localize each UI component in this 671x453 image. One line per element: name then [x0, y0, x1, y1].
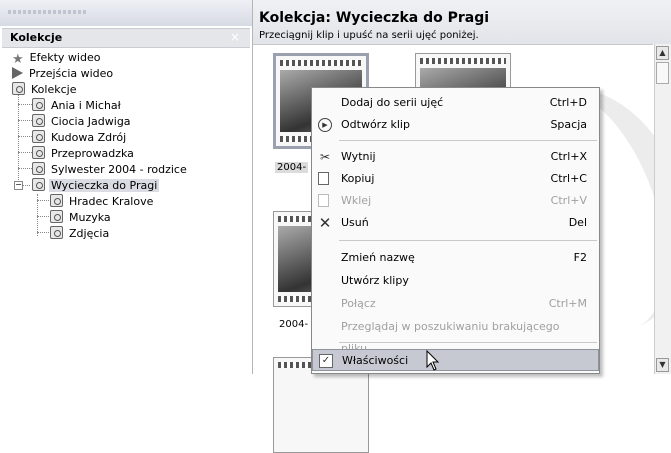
tree-item-kudowa-zdroj[interactable]: Kudowa Zdrój: [32, 130, 128, 146]
collection-hint: Przeciągnij klip i upuść na serii ujęć p…: [259, 30, 479, 41]
collection-icon: [12, 82, 25, 95]
scroll-up-icon[interactable]: ▲: [656, 46, 669, 60]
menu-item-play-clip[interactable]: ▶ Odtwórz klip Spacja: [312, 114, 599, 136]
collection-title: Kolekcja: Wycieczka do Pragi: [259, 10, 490, 26]
collection-icon: [32, 162, 45, 175]
tree-item-video-transitions[interactable]: Przejścia wideo: [12, 66, 115, 82]
menu-item-paste: Wklej Ctrl+V: [312, 190, 599, 212]
tree-item-zdjecia[interactable]: Zdjęcia: [50, 226, 111, 242]
scroll-down-icon[interactable]: ▼: [656, 358, 669, 372]
menu-item-create-clips[interactable]: Utwórz klipy: [312, 270, 599, 292]
tree-item-hradec-kralove[interactable]: Hradec Kralove: [50, 194, 155, 210]
panel-grip: [0, 0, 252, 26]
scroll-thumb[interactable]: [656, 62, 669, 84]
collection-icon: [32, 146, 45, 159]
collections-panel-title: Kolekcje: [10, 31, 63, 44]
play-icon: ▶: [318, 118, 332, 132]
transition-icon: [12, 67, 23, 79]
menu-item-add-to-storyboard[interactable]: Dodaj do serii ujęć Ctrl+D: [312, 92, 599, 114]
collections-panel-header: Kolekcje ×: [2, 28, 250, 48]
close-icon[interactable]: ×: [230, 30, 240, 44]
collection-icon: [50, 194, 63, 207]
clip-caption: 2004-: [275, 162, 309, 173]
collection-icon: [50, 210, 63, 223]
tree-item-przeprowadzka[interactable]: Przeprowadzka: [32, 146, 136, 162]
menu-item-rename[interactable]: Zmień nazwę F2: [312, 247, 599, 269]
collection-icon: [50, 226, 63, 239]
delete-icon: ✕: [318, 214, 332, 232]
menu-item-delete[interactable]: ✕ Usuń Del: [312, 212, 599, 234]
collection-icon: [32, 130, 45, 143]
menu-item-browse-missing-file: Przeglądaj w poszukiwaniu brakującego pl…: [341, 320, 560, 355]
properties-icon: ✓: [319, 354, 333, 368]
tree-item-ciocia-jadwiga[interactable]: Ciocia Jadwiga: [32, 114, 133, 130]
menu-item-cut[interactable]: ✂ Wytnij Ctrl+X: [312, 146, 599, 168]
collection-header: Kolekcja: Wycieczka do Pragi Przeciągnij…: [253, 0, 671, 44]
tree-item-sylwester[interactable]: Sylwester 2004 - rodzice: [32, 162, 189, 178]
tree-item-ania-i-michal[interactable]: Ania i Michał: [32, 98, 123, 114]
collection-icon: [32, 98, 45, 111]
collection-icon: [32, 178, 45, 191]
collection-icon: [32, 114, 45, 127]
scissors-icon: ✂: [319, 150, 331, 164]
clip-caption: 2004-: [279, 319, 309, 330]
tree-item-video-effects[interactable]: ★ Efekty wideo: [12, 50, 102, 67]
menu-item-copy[interactable]: Kopiuj Ctrl+C: [312, 168, 599, 190]
copy-icon: [318, 172, 329, 185]
tree-item-wycieczka-do-pragi[interactable]: Wycieczka do Pragi: [32, 178, 160, 194]
menu-item-properties[interactable]: ✓ Właściwości: [312, 349, 599, 371]
paste-icon: [318, 194, 329, 207]
context-menu: Dodaj do serii ujęć Ctrl+D ▶ Odtwórz klip…: [311, 87, 600, 374]
tree-item-collections[interactable]: Kolekcje: [12, 82, 78, 98]
vertical-scrollbar[interactable]: ▲ ▼: [654, 44, 671, 374]
tree-item-muzyka[interactable]: Muzyka: [50, 210, 113, 226]
collections-panel: Kolekcje × − ★ Efekty wideo Przejścia wid…: [0, 0, 253, 374]
menu-item-combine: Połącz Ctrl+M: [341, 297, 587, 310]
